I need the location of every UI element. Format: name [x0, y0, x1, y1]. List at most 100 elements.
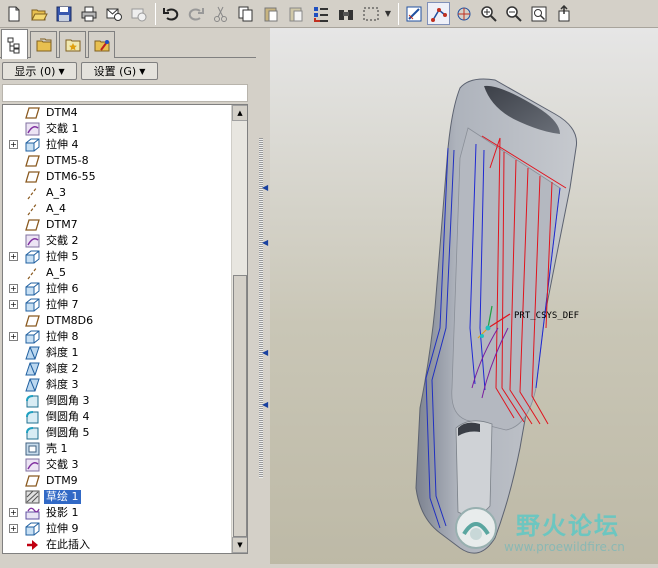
tab-connections[interactable] — [88, 31, 115, 58]
scroll-down-icon[interactable]: ▼ — [232, 537, 247, 553]
graphics-viewport[interactable]: PRT_CSYS_DEF 野火论坛 www.proewildfire.cn — [270, 28, 658, 568]
tree-item[interactable]: + 拉伸 9 — [3, 521, 231, 537]
expand-icon[interactable]: + — [9, 252, 18, 261]
collapse-arrow-icon[interactable]: ◀ — [262, 238, 268, 247]
tree-item-label: A_4 — [46, 202, 67, 215]
collapse-arrow-icon[interactable]: ◀ — [262, 348, 268, 357]
tree-item[interactable]: DTM7 — [3, 217, 231, 233]
search-binoculars-icon[interactable] — [334, 2, 357, 25]
chevron-down-icon: ▼ — [139, 66, 146, 76]
datum-point-icon[interactable] — [427, 2, 450, 25]
tree-item[interactable]: + 拉伸 5 — [3, 249, 231, 265]
print-icon[interactable] — [77, 2, 100, 25]
tree-item[interactable]: + 投影 1 — [3, 505, 231, 521]
tree-item[interactable]: A_3 — [3, 185, 231, 201]
tab-folder-browser[interactable] — [30, 31, 57, 58]
project-icon — [25, 506, 40, 520]
datum-plane-icon — [25, 154, 40, 168]
tree-item[interactable]: + 拉伸 8 — [3, 329, 231, 345]
redo-icon[interactable] — [184, 2, 207, 25]
tree-item[interactable]: DTM4 — [3, 105, 231, 121]
scroll-up-icon[interactable]: ▲ — [232, 105, 247, 121]
tree-item-label: DTM5-8 — [46, 154, 89, 167]
splitter-grip[interactable] — [259, 368, 263, 478]
scrollbar-thumb[interactable] — [233, 275, 247, 537]
tree-item[interactable]: 在此插入 — [3, 537, 231, 553]
send-link-icon[interactable] — [127, 2, 150, 25]
watermark-url: www.proewildfire.cn — [504, 540, 625, 554]
tree-item[interactable]: 倒圆角 4 — [3, 409, 231, 425]
sketch-icon — [25, 490, 40, 504]
tree-item[interactable]: DTM5-8 — [3, 153, 231, 169]
tree-item[interactable]: 倒圆角 5 — [3, 425, 231, 441]
watermark-text: 野火论坛 — [516, 512, 620, 540]
tree-item[interactable]: 斜度 1 — [3, 345, 231, 361]
tree-item-label: 倒圆角 3 — [46, 394, 90, 407]
datum-plane-icon — [25, 314, 40, 328]
tree-item[interactable]: 草绘 1 — [3, 489, 231, 505]
settings-menu-button[interactable]: 设置 (G) ▼ — [81, 62, 158, 80]
tree-item-label: DTM9 — [46, 474, 78, 487]
tree-item[interactable]: DTM9 — [3, 473, 231, 489]
tree-item[interactable]: DTM6-55 — [3, 169, 231, 185]
tree-item[interactable]: + 拉伸 4 — [3, 137, 231, 153]
spin-center-icon[interactable] — [452, 2, 475, 25]
sketch-view-icon[interactable] — [402, 2, 425, 25]
tree-item[interactable]: 交截 1 — [3, 121, 231, 137]
model-tree: DTM4 交截 1 + 拉伸 4 DTM5-8 DTM6-55 A_3 A_4 DTM7 交截 2… — [2, 104, 248, 554]
tree-item-label: 斜度 2 — [46, 362, 79, 375]
send-mail-icon[interactable] — [102, 2, 125, 25]
tree-item[interactable]: 壳 1 — [3, 441, 231, 457]
display-menu-button[interactable]: 显示 (0) ▼ — [2, 62, 77, 80]
expand-icon[interactable]: + — [9, 284, 18, 293]
tree-item-label: 壳 1 — [46, 442, 68, 455]
extrude-icon — [25, 138, 40, 152]
copy-icon[interactable] — [234, 2, 257, 25]
zoom-out-icon[interactable] — [502, 2, 525, 25]
tree-item[interactable]: A_4 — [3, 201, 231, 217]
tree-item[interactable]: 倒圆角 3 — [3, 393, 231, 409]
navigator-tabs — [0, 28, 256, 59]
tree-item-label: 拉伸 4 — [46, 138, 79, 151]
expand-icon[interactable]: + — [9, 508, 18, 517]
part-model[interactable] — [270, 28, 658, 568]
tree-item[interactable]: + 拉伸 6 — [3, 281, 231, 297]
undo-icon[interactable] — [159, 2, 182, 25]
cut-icon[interactable] — [209, 2, 232, 25]
datum-point — [480, 334, 484, 338]
regenerate-icon[interactable] — [309, 2, 332, 25]
selection-box-icon[interactable] — [359, 2, 382, 25]
save-icon[interactable] — [52, 2, 75, 25]
tree-item[interactable]: + 拉伸 7 — [3, 297, 231, 313]
tree-item[interactable]: 交截 3 — [3, 457, 231, 473]
tab-favorites[interactable] — [59, 31, 86, 58]
chevron-down-icon: ▼ — [58, 66, 65, 76]
tree-item[interactable]: DTM8D6 — [3, 313, 231, 329]
collapse-arrow-icon[interactable]: ◀ — [262, 183, 268, 192]
tree-item[interactable]: 交截 2 — [3, 233, 231, 249]
chevron-down-icon[interactable]: ▼ — [384, 2, 392, 25]
tab-model-tree[interactable] — [1, 29, 28, 59]
round-icon — [25, 426, 40, 440]
repaint-icon[interactable] — [552, 2, 575, 25]
datum-plane-icon — [25, 106, 40, 120]
zoom-in-icon[interactable] — [477, 2, 500, 25]
splitter-grip[interactable] — [259, 138, 263, 368]
tree-item[interactable]: 斜度 3 — [3, 377, 231, 393]
panel-splitter[interactable]: ◀ ◀ ◀ ◀ — [256, 28, 270, 568]
new-file-icon[interactable] — [2, 2, 25, 25]
expand-icon[interactable]: + — [9, 332, 18, 341]
expand-icon[interactable]: + — [9, 524, 18, 533]
tree-scrollbar[interactable]: ▲ ▼ — [231, 105, 247, 553]
tree-filter-field[interactable] — [2, 84, 248, 102]
expand-icon[interactable]: + — [9, 140, 18, 149]
tree-item[interactable]: A_5 — [3, 265, 231, 281]
expand-icon[interactable]: + — [9, 300, 18, 309]
collapse-arrow-icon[interactable]: ◀ — [262, 400, 268, 409]
open-file-icon[interactable] — [27, 2, 50, 25]
navigator-panel: 显示 (0) ▼ 设置 (G) ▼ DTM4 交截 1 + 拉伸 4 DTM5-8 DTM… — [0, 28, 256, 568]
paste-special-icon[interactable] — [284, 2, 307, 25]
zoom-fit-icon[interactable] — [527, 2, 550, 25]
paste-icon[interactable] — [259, 2, 282, 25]
tree-item[interactable]: 斜度 2 — [3, 361, 231, 377]
